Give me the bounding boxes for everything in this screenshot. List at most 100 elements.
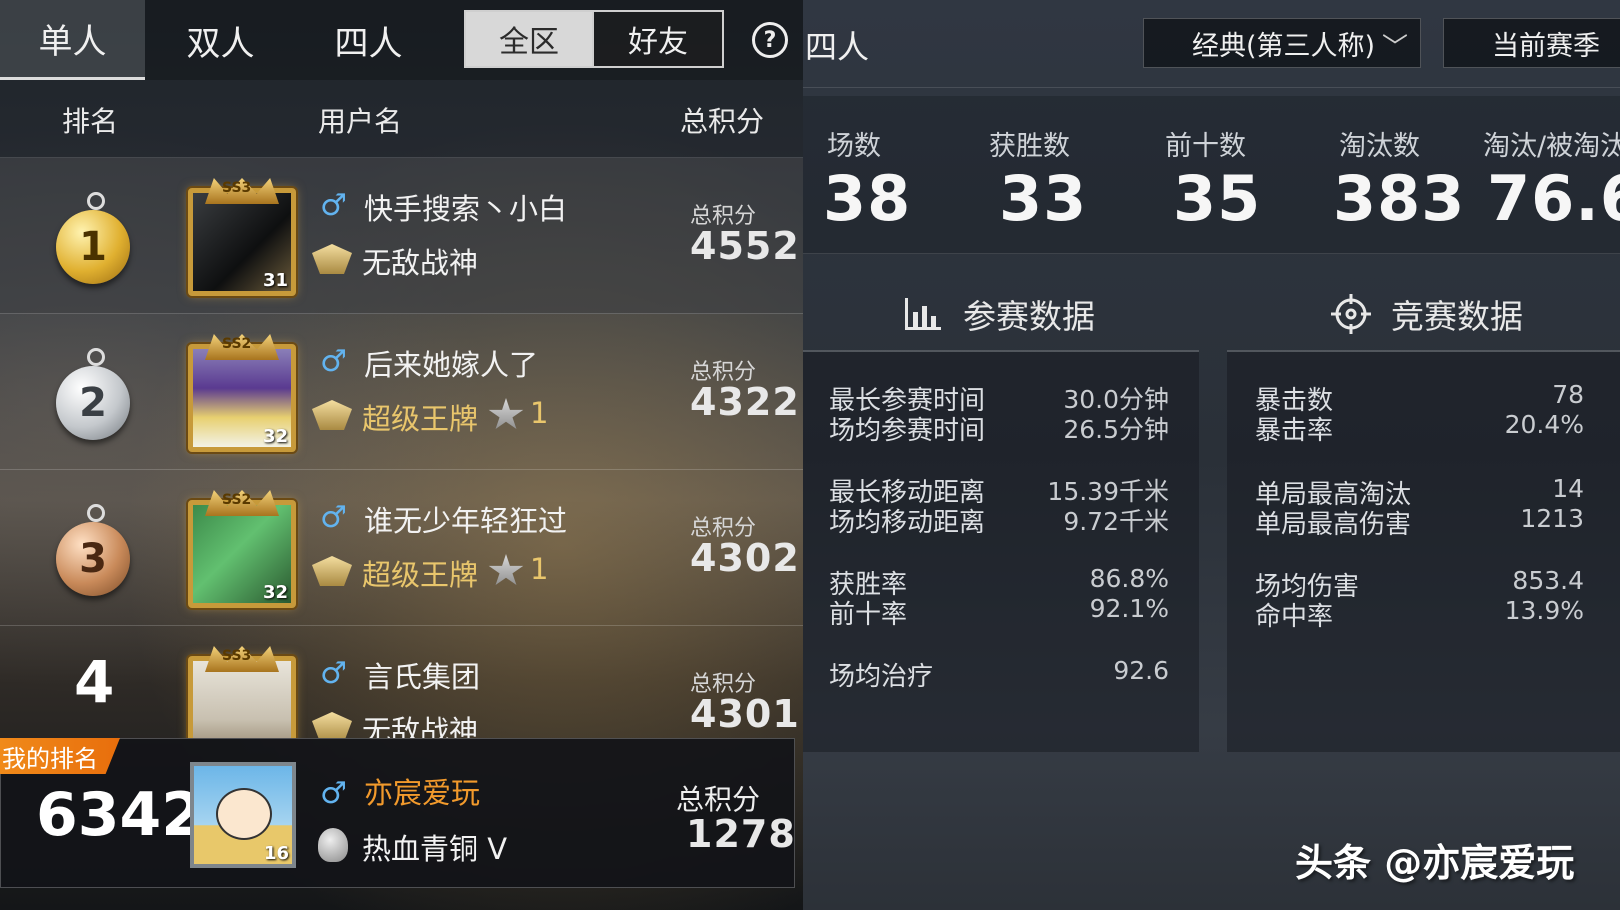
star-icon [488, 398, 524, 429]
my-avatar[interactable]: 16 [190, 762, 296, 868]
stat-key: 命中率 [1255, 602, 1334, 632]
stat-val: 9.72千米 [1063, 507, 1169, 536]
stat-key: 前十率 [829, 600, 908, 630]
avatar[interactable]: 32 [188, 344, 296, 452]
avatar-image [193, 661, 291, 738]
username: 言氏集团 [364, 660, 481, 694]
male-icon: ♂ [320, 188, 347, 223]
username: 谁无少年轻狂过 [364, 504, 568, 538]
tier-icon [312, 556, 352, 586]
my-rank-number: 6342 [36, 780, 203, 850]
stat-value: 35 [1173, 162, 1262, 235]
summary-stats: 场数 38 获胜数 33 前十数 35 淘汰数 383 淘汰/被淘汰 76.60 [803, 96, 1620, 254]
score-value: 4301 [690, 692, 800, 736]
stat-label: 场数 [827, 131, 881, 162]
level-badge: 16 [263, 843, 289, 864]
bronze-tier-icon [318, 828, 348, 862]
stats-mode-title: 四人 [805, 28, 870, 66]
stat-label: 获胜数 [989, 131, 1070, 162]
stat-val: 853.4 [1512, 566, 1584, 595]
mode-dropdown[interactable]: 经典(第三人称) ﹀ [1143, 18, 1421, 68]
star-count: 1 [530, 552, 549, 586]
star-icon [488, 554, 524, 585]
silver-medal-icon: 2 [56, 348, 130, 440]
male-icon: ♂ [320, 344, 347, 379]
participation-panel: 最长参赛时间 30.0分钟 场均参赛时间 26.5分钟 最长移动距离 15.39… [803, 352, 1199, 752]
leaderboard-row[interactable]: 3 32 SS2 ♂ 谁无少年轻狂过 超级王牌 1 总积分 4302 [0, 470, 803, 626]
my-rank-tag: 我的排名 [0, 738, 120, 774]
gold-medal-icon: 1 [56, 192, 130, 284]
star-count: 1 [530, 396, 549, 430]
tier-label: 超级王牌 [362, 402, 479, 436]
bronze-medal-icon: 3 [56, 504, 130, 596]
col-score: 总积分 [680, 105, 765, 138]
male-icon: ♂ [320, 776, 347, 811]
stat-val: 86.8% [1089, 564, 1169, 593]
tier-icon [312, 244, 352, 274]
male-icon: ♂ [320, 500, 347, 535]
stat-val: 14 [1552, 474, 1584, 503]
tab-solo[interactable]: 单人 [0, 0, 145, 80]
score-value: 4302 [690, 536, 800, 580]
mode-dropdown-value: 经典(第三人称) [1192, 30, 1376, 62]
stat-value: 33 [999, 162, 1088, 235]
stat-val: 13.9% [1504, 596, 1584, 625]
participation-header: 参赛数据 [903, 290, 1095, 338]
tier-icon [312, 400, 352, 430]
stat-key: 场均治疗 [829, 662, 934, 692]
combat-panel: 暴击数 78 暴击率 20.4% 单局最高淘汰 14 单局最高伤害 1213 场… [1227, 352, 1620, 752]
watermark: 头条 @亦宸爱玩 [1295, 841, 1575, 885]
stat-key: 暴击率 [1255, 416, 1334, 446]
username: 快手搜索丶小白 [364, 192, 568, 226]
stat-val: 26.5分钟 [1063, 415, 1169, 444]
bar-chart-icon [905, 298, 941, 330]
stat-val: 92.6 [1113, 656, 1169, 685]
score-value: 4552 [690, 224, 800, 268]
tier-label: 无敌战神 [362, 714, 479, 738]
leaderboard-row[interactable]: 1 31 SS3 ♂ 快手搜索丶小白 无敌战神 总积分 4552 [0, 158, 803, 314]
stat-key: 场均参赛时间 [829, 416, 986, 446]
my-tier-label: 热血青铜 V [362, 832, 508, 866]
stats-header: 四人 经典(第三人称) ﹀ 当前赛季 [803, 0, 1620, 88]
level-badge: 31 [262, 270, 288, 291]
col-rank: 排名 [62, 105, 119, 138]
score-value: 4322 [690, 380, 800, 424]
stat-val: 78 [1552, 380, 1584, 409]
tab-duo[interactable]: 双人 [148, 0, 293, 80]
combat-title: 竞赛数据 [1391, 297, 1523, 336]
username: 后来她嫁人了 [364, 348, 539, 382]
stat-label: 淘汰数 [1339, 131, 1420, 162]
leaderboard-row[interactable]: 4 SS3 ♂ 言氏集团 无敌战神 总积分 4301 [0, 626, 803, 738]
leaderboard-panel: 单人 双人 四人 全区 好友 ? 排名 用户名 总积分 1 31 SS3 ♂ 快… [0, 0, 803, 910]
tab-squad[interactable]: 四人 [296, 0, 441, 80]
stat-value: 38 [823, 162, 912, 235]
my-score-value: 1278 [686, 812, 796, 856]
participation-title: 参赛数据 [963, 297, 1095, 336]
stat-value: 76.60 [1487, 162, 1620, 235]
crest-label: SS3 [222, 648, 252, 664]
crest-label: SS3 [222, 180, 252, 196]
col-username: 用户名 [318, 105, 403, 138]
tier-icon [312, 712, 352, 738]
tier-label: 无敌战神 [362, 246, 479, 280]
avatar[interactable]: 31 [188, 188, 296, 296]
crosshair-icon [1331, 294, 1371, 334]
stat-val: 92.1% [1089, 594, 1169, 623]
tier-label: 超级王牌 [362, 558, 479, 592]
stat-key: 单局最高伤害 [1255, 510, 1412, 540]
male-icon: ♂ [320, 656, 347, 691]
scope-friends-button[interactable]: 好友 [594, 10, 724, 68]
level-badge: 32 [262, 426, 288, 447]
leaderboard-row[interactable]: 2 32 SS2 ♂ 后来她嫁人了 超级王牌 1 总积分 4322 [0, 314, 803, 470]
mode-tab-bar: 单人 双人 四人 全区 好友 ? [0, 0, 803, 80]
crest-label: SS2 [222, 336, 252, 352]
season-dropdown[interactable]: 当前赛季 [1443, 18, 1620, 68]
chevron-down-icon: ﹀ [1381, 33, 1408, 63]
rank-number: 4 [74, 648, 115, 716]
season-dropdown-value: 当前赛季 [1492, 30, 1600, 62]
avatar[interactable]: 32 [188, 500, 296, 608]
scope-all-button[interactable]: 全区 [464, 10, 594, 68]
level-badge: 32 [262, 582, 288, 603]
stat-val: 1213 [1520, 504, 1584, 533]
help-icon[interactable]: ? [752, 22, 788, 58]
